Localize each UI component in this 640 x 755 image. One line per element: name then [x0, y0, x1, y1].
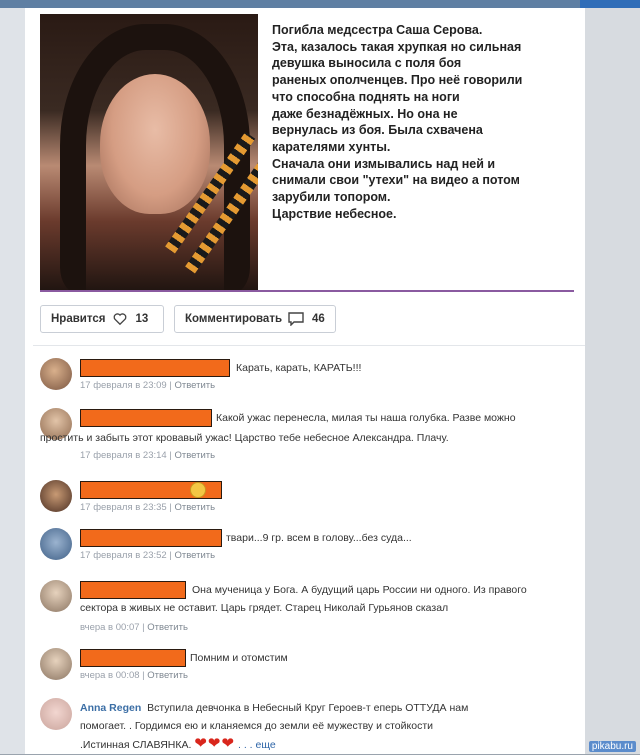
reply-link[interactable]: Ответить [174, 550, 215, 561]
post-line: девушка выносила с поля боя [272, 56, 462, 71]
post-line: раненых ополченцев. Про неё говорили [272, 73, 523, 88]
comment-meta: вчера в 00:07 | Ответить [80, 622, 188, 633]
like-button[interactable]: Нравится 13 [40, 305, 164, 333]
avatar[interactable] [40, 648, 72, 680]
comment-text: Она мученица у Бога. А будущий царь Росс… [192, 584, 527, 596]
like-label: Нравится [51, 313, 106, 325]
avatar[interactable] [40, 358, 72, 390]
comment-date: 17 февраля в 23:35 [80, 502, 167, 513]
photo-face [100, 74, 210, 214]
meta-separator: | [169, 450, 172, 461]
post-line: вернулась из боя. Была схвачена [272, 123, 483, 138]
meta-separator: | [169, 502, 172, 513]
left-margin [0, 8, 25, 754]
comment-line3: .Истинная СЛАВЯНКА. ❤❤❤ . . . еще [80, 734, 276, 755]
redacted-author [80, 409, 212, 427]
hearts-icon: ❤❤❤ [194, 735, 236, 752]
comment-text: Вступила девчонка в Небесный Круг Героев… [147, 702, 469, 714]
comment-date: 17 февраля в 23:52 [80, 550, 167, 561]
comment-meta: 17 февраля в 23:14 | Ответить [80, 450, 215, 461]
post-line: что способна поднять на ноги [272, 89, 460, 104]
post-line: Царствие небесное. [272, 206, 397, 221]
comment-text-line2: сектора в живых не оставит. Царь грядет.… [80, 602, 449, 614]
comment-date: 17 февраля в 23:14 [80, 450, 167, 461]
comment-item: Какой ужас перенесла, милая ты наша голу… [40, 408, 580, 464]
comment-text-line2: помогает. . Гордимся ею и кланяемся до з… [80, 720, 433, 732]
comment-date: вчера в 00:07 [80, 622, 140, 633]
comment-bubble-icon [288, 312, 304, 326]
meta-separator: | [169, 380, 172, 391]
comment-text: Помним и отомстим [190, 652, 288, 664]
more-link[interactable]: . . . еще [238, 739, 276, 751]
comment-item: Anna Regen Вступила девчонка в Небесный … [40, 698, 580, 754]
reply-link[interactable]: Ответить [174, 450, 215, 461]
avatar[interactable] [40, 580, 72, 612]
post-line: Эта, казалось такая хрупкая но сильная [272, 39, 522, 54]
post-text: Погибла медсестра Саша Серова. Эта, каза… [272, 22, 577, 222]
comment-meta: 17 февраля в 23:52 | Ответить [80, 550, 215, 561]
post-photo[interactable] [40, 14, 258, 290]
comment-count: 46 [312, 313, 325, 325]
post-line: даже безнадёжных. Но она не [272, 106, 458, 121]
reply-link[interactable]: Ответить [174, 502, 215, 513]
site-watermark: pikabu.ru [588, 741, 636, 752]
avatar[interactable] [40, 480, 72, 512]
comment-item: Она мученица у Бога. А будущий царь Росс… [40, 580, 580, 638]
comment-date: 17 февраля в 23:09 [80, 380, 167, 391]
post-line: снимали свои "утехи" на видео а потом [272, 173, 520, 188]
post-line: Сначала они измывались над ней и [272, 156, 496, 171]
comment-label: Комментировать [185, 313, 283, 325]
post-divider [40, 290, 574, 292]
redacted-author [80, 649, 186, 667]
heart-icon [114, 313, 127, 326]
comment-item: 17 февраля в 23:35 | Ответить [40, 480, 580, 518]
comment-text-line3: .Истинная СЛАВЯНКА. [80, 739, 192, 751]
comment-text: Карать, карать, КАРАТЬ!!! [236, 362, 362, 374]
comment-button[interactable]: Комментировать 46 [174, 305, 336, 333]
post-line: Погибла медсестра Саша Серова. [272, 23, 483, 37]
meta-separator: | [169, 550, 172, 561]
redacted-author [80, 581, 186, 599]
meta-separator: | [142, 670, 145, 681]
redacted-author [80, 359, 230, 377]
comment-date: вчера в 00:08 [80, 670, 140, 681]
meta-separator: | [142, 622, 145, 633]
reply-link[interactable]: Ответить [174, 380, 215, 391]
avatar[interactable] [40, 528, 72, 560]
comment-author[interactable]: Anna Regen [80, 702, 141, 714]
comment-text: твари...9 гр. всем в голову...без суда..… [226, 532, 412, 544]
reply-link[interactable]: Ответить [147, 670, 188, 681]
like-count: 13 [135, 313, 149, 325]
comment-meta: 17 февраля в 23:09 | Ответить [80, 380, 215, 391]
sad-emoji-icon [190, 482, 206, 498]
comment-text: Какой ужас перенесла, милая ты наша голу… [216, 412, 516, 424]
redacted-author [80, 529, 222, 547]
avatar[interactable] [40, 698, 72, 730]
comment-item: твари...9 гр. всем в голову...без суда..… [40, 528, 580, 566]
comment-text-line2: простить и забыть этот кровавый ужас! Ца… [40, 432, 449, 444]
comment-item: Карать, карать, КАРАТЬ!!! 17 февраля в 2… [40, 358, 580, 398]
comment-item: Помним и отомстим вчера в 00:08 | Ответи… [40, 648, 580, 686]
reply-link[interactable]: Ответить [147, 622, 188, 633]
right-margin [585, 8, 640, 754]
comments-separator [33, 345, 585, 346]
comment-line1: Anna Regen Вступила девчонка в Небесный … [80, 698, 468, 718]
comment-meta: 17 февраля в 23:35 | Ответить [80, 502, 215, 513]
post-line: зарубили топором. [272, 190, 391, 205]
comment-meta: вчера в 00:08 | Ответить [80, 670, 188, 681]
post-line: карателями хунты. [272, 139, 391, 154]
